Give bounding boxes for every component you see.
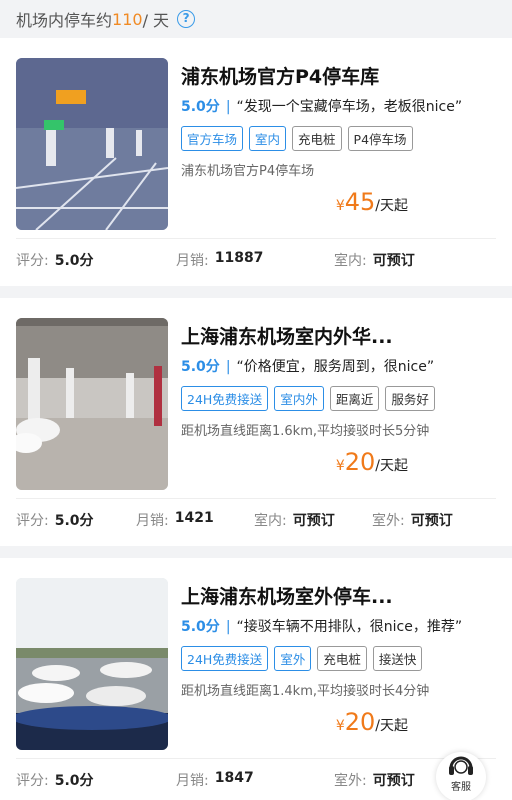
footer-value: 5.0分: [54, 773, 94, 789]
rating-score: 5.0分: [181, 619, 220, 635]
tag: 距离近: [329, 386, 380, 411]
tag: 24H免费接送: [181, 386, 269, 411]
tag: 接送快: [372, 646, 423, 671]
footer-value: 11887: [214, 250, 264, 266]
footer-label: 月销:: [136, 513, 169, 529]
price-unit: /天起: [375, 718, 408, 734]
footer-label: 室内:: [334, 253, 367, 269]
price-unit: /天起: [375, 458, 408, 474]
footer-item-sales: 月销: 1847: [176, 770, 334, 790]
tag-list: 官方车场 室内 充电桩 P4停车场: [181, 126, 413, 151]
parking-description: 距机场直线距离1.6km,平均接驳时长5分钟: [181, 424, 430, 439]
price-symbol: ¥: [335, 198, 345, 214]
price-unit: /天起: [375, 198, 408, 214]
footer-value: 可预订: [410, 513, 453, 529]
parking-title[interactable]: 上海浦东机场室外停车...: [181, 582, 393, 609]
parking-card[interactable]: 上海浦东机场室内外华... 5.0分 | “价格便宜，服务周到，很nice” 24H…: [0, 298, 512, 546]
tag: P4停车场: [347, 126, 413, 151]
tag-list: 24H免费接送 室内外 距离近 服务好: [181, 386, 435, 411]
rating-separator: |: [225, 619, 231, 635]
footer-item-sales: 月销: 1421: [136, 510, 254, 530]
review-quote: “价格便宜，服务周到，很nice”: [236, 359, 435, 375]
header-suffix: / 天: [142, 11, 170, 30]
footer-item-outdoor: 室外: 可预订: [334, 770, 415, 790]
card-footer: 评分: 5.0分 月销: 11887 室内: 可预订: [16, 250, 496, 270]
footer-label: 评分:: [16, 513, 49, 529]
footer-item-rating: 评分: 5.0分: [16, 510, 136, 530]
header-prefix: 机场内停车约: [16, 11, 113, 30]
parking-photo-outdoor-lot: [16, 578, 168, 750]
footer-value: 可预订: [372, 773, 415, 789]
footer-item-rating: 评分: 5.0分: [16, 770, 176, 790]
footer-item-sales: 月销: 11887: [176, 250, 334, 270]
rating-separator: |: [225, 99, 231, 115]
parking-title[interactable]: 浦东机场官方P4停车库: [181, 62, 379, 89]
price-value: 45: [344, 188, 376, 216]
rating-score: 5.0分: [181, 359, 220, 375]
card-footer: 评分: 5.0分 月销: 1421 室内: 可预订 室外: 可预订: [16, 510, 496, 530]
parking-card[interactable]: 上海浦东机场室外停车... 5.0分 | “接驳车辆不用排队，很nice，推荐” 2…: [0, 558, 512, 800]
price: ¥45/天起: [336, 188, 408, 216]
help-icon[interactable]: ?: [177, 10, 196, 28]
footer-value: 1421: [174, 510, 214, 526]
price: ¥20/天起: [336, 708, 408, 736]
price-value: 20: [344, 708, 376, 736]
footer-item-indoor: 室内: 可预订: [254, 510, 372, 530]
footer-value: 1847: [214, 770, 254, 786]
rating-separator: |: [225, 359, 231, 375]
footer-label: 室外:: [372, 513, 405, 529]
footer-label: 室外:: [334, 773, 367, 789]
price-symbol: ¥: [335, 718, 345, 734]
rating-line: 5.0分 | “发现一个宝藏停车场，老板很nice”: [181, 96, 462, 116]
parking-title[interactable]: 上海浦东机场室内外华...: [181, 322, 393, 349]
footer-item-indoor: 室内: 可预订: [334, 250, 415, 270]
parking-photo-covered-lot: [16, 318, 168, 490]
header-price: 110: [112, 9, 143, 29]
price: ¥20/天起: [336, 448, 408, 476]
price-symbol: ¥: [335, 458, 345, 474]
rating-score: 5.0分: [181, 99, 220, 115]
tag: 官方车场: [181, 126, 244, 151]
parking-card[interactable]: 浦东机场官方P4停车库 5.0分 | “发现一个宝藏停车场，老板很nice” 官方车…: [0, 38, 512, 286]
headset-icon: [449, 756, 473, 775]
rating-line: 5.0分 | “价格便宜，服务周到，很nice”: [181, 356, 434, 376]
divider: [16, 498, 496, 499]
tag: 24H免费接送: [181, 646, 269, 671]
tag: 室内: [249, 126, 287, 151]
parking-photo-indoor-garage: [16, 58, 168, 230]
footer-value: 可预订: [372, 253, 415, 269]
footer-item-rating: 评分: 5.0分: [16, 250, 176, 270]
airport-parking-header: 机场内停车约 110 / 天 ?: [0, 0, 512, 38]
review-quote: “发现一个宝藏停车场，老板很nice”: [236, 99, 463, 115]
footer-label: 评分:: [16, 253, 49, 269]
rating-line: 5.0分 | “接驳车辆不用排队，很nice，推荐”: [181, 616, 462, 636]
footer-value: 5.0分: [54, 513, 94, 529]
parking-description: 浦东机场官方P4停车场: [181, 164, 315, 179]
footer-value: 5.0分: [54, 253, 94, 269]
footer-label: 月销:: [176, 773, 209, 789]
tag: 充电桩: [317, 646, 367, 671]
review-quote: “接驳车辆不用排队，很nice，推荐”: [236, 619, 463, 635]
tag: 室内外: [274, 386, 324, 411]
tag: 充电桩: [292, 126, 342, 151]
price-value: 20: [344, 448, 376, 476]
tag: 服务好: [385, 386, 435, 411]
divider: [16, 238, 496, 239]
parking-description: 距机场直线距离1.4km,平均接驳时长4分钟: [181, 684, 430, 699]
footer-label: 评分:: [16, 773, 49, 789]
footer-label: 月销:: [176, 253, 209, 269]
card-footer: 评分: 5.0分 月销: 1847 室外: 可预订: [16, 770, 496, 790]
footer-label: 室内:: [254, 513, 287, 529]
tag: 室外: [274, 646, 312, 671]
footer-value: 可预订: [292, 513, 335, 529]
footer-item-outdoor: 室外: 可预订: [372, 510, 453, 530]
customer-service-button[interactable]: 客服: [436, 752, 486, 800]
customer-service-label: 客服: [451, 782, 471, 793]
divider: [16, 758, 496, 759]
tag-list: 24H免费接送 室外 充电桩 接送快: [181, 646, 423, 671]
